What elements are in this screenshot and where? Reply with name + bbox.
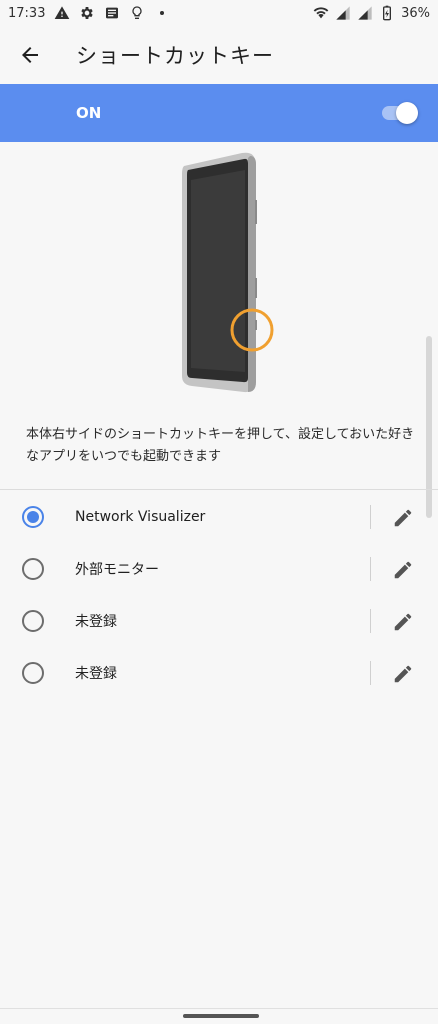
status-time: 17:33 bbox=[8, 5, 46, 21]
news-icon bbox=[104, 5, 120, 21]
radio-button[interactable] bbox=[22, 662, 44, 684]
master-switch-bar[interactable]: ON bbox=[0, 84, 438, 142]
signal-2-icon bbox=[357, 5, 373, 21]
option-label: Network Visualizer bbox=[75, 509, 206, 525]
battery-charging-icon bbox=[379, 5, 395, 21]
option-label: 未登録 bbox=[75, 666, 117, 682]
edit-button[interactable] bbox=[390, 609, 416, 635]
master-toggle-switch[interactable] bbox=[380, 101, 418, 125]
shortcut-option-row[interactable]: 未登録 bbox=[0, 647, 438, 699]
dot-icon bbox=[154, 5, 170, 21]
row-separator bbox=[370, 661, 371, 685]
shortcut-option-row[interactable]: 外部モニター bbox=[0, 543, 438, 595]
lightbulb-icon bbox=[129, 5, 145, 21]
edit-button[interactable] bbox=[390, 557, 416, 583]
app-bar: ショートカットキー bbox=[0, 26, 438, 84]
row-separator bbox=[370, 609, 371, 633]
radio-button[interactable] bbox=[22, 610, 44, 632]
nav-bar-divider bbox=[0, 1008, 438, 1009]
shortcut-option-row[interactable]: Network Visualizer bbox=[0, 491, 438, 543]
page-title: ショートカットキー bbox=[76, 44, 274, 68]
pencil-icon bbox=[394, 613, 412, 631]
master-switch-label: ON bbox=[76, 104, 102, 122]
pencil-icon bbox=[394, 665, 412, 683]
warning-icon bbox=[54, 5, 70, 21]
option-label: 未登録 bbox=[75, 614, 117, 630]
settings-gear-icon bbox=[79, 5, 95, 21]
signal-1-icon bbox=[335, 5, 351, 21]
edit-button[interactable] bbox=[390, 505, 416, 531]
description-text: 本体右サイドのショートカットキーを押して、設定しておいた好きなアプリをいつでも起… bbox=[26, 427, 415, 464]
home-gesture-handle[interactable] bbox=[183, 1014, 259, 1018]
divider bbox=[0, 489, 438, 490]
battery-percent: 36% bbox=[401, 5, 430, 21]
shortcut-option-row[interactable]: 未登録 bbox=[0, 595, 438, 647]
option-label: 外部モニター bbox=[75, 562, 159, 578]
radio-button-selected[interactable] bbox=[22, 506, 44, 528]
pencil-icon bbox=[394, 561, 412, 579]
wifi-icon bbox=[313, 5, 329, 21]
pencil-icon bbox=[394, 509, 412, 527]
phone-shortcut-key-illustration bbox=[182, 152, 274, 393]
arrow-left-icon bbox=[22, 47, 38, 63]
toggle-thumb bbox=[396, 102, 418, 124]
status-bar: 17:33 36% bbox=[0, 0, 438, 26]
radio-button[interactable] bbox=[22, 558, 44, 580]
row-separator bbox=[370, 557, 371, 581]
edit-button[interactable] bbox=[390, 661, 416, 687]
row-separator bbox=[370, 505, 371, 529]
back-button[interactable] bbox=[2, 27, 58, 83]
